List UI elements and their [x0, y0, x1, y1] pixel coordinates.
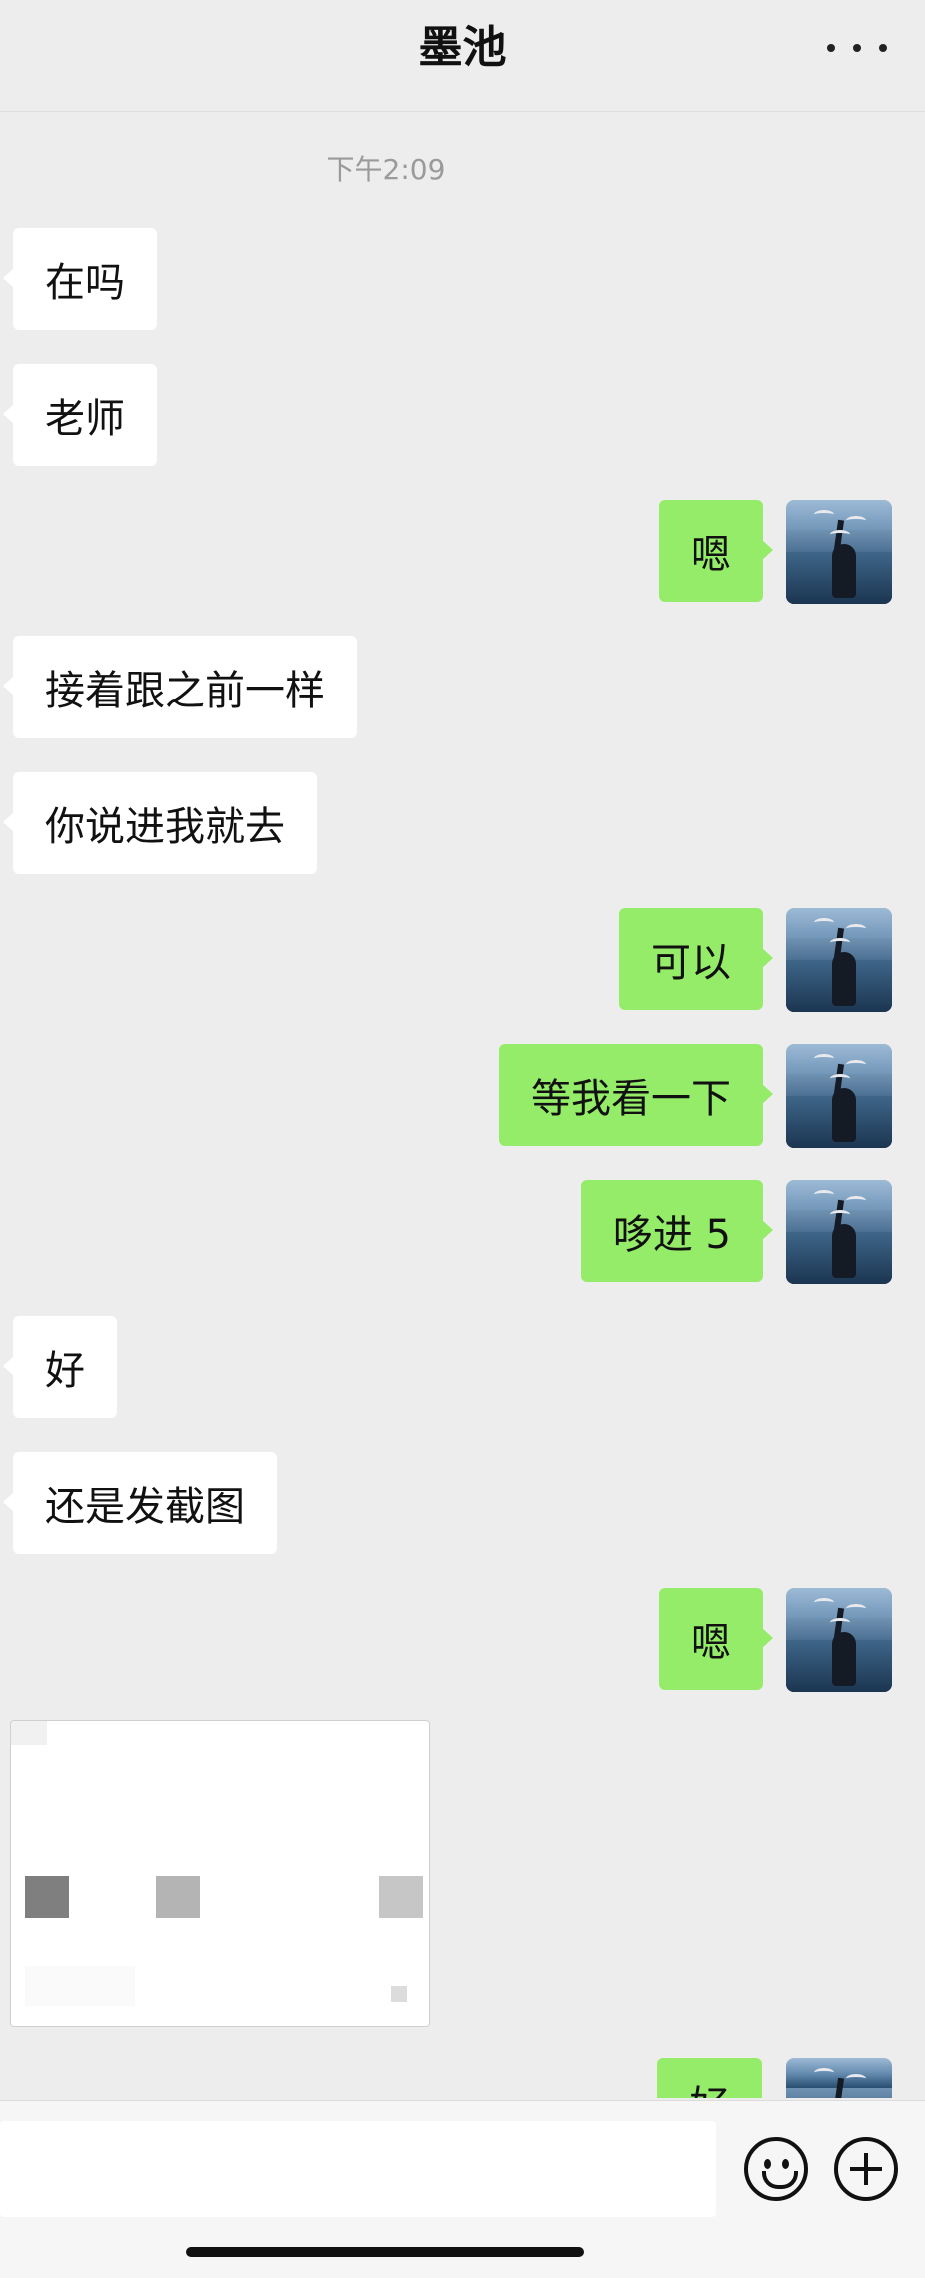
message-timestamp: 下午2:09: [326, 153, 446, 186]
image-content: [156, 1876, 200, 1918]
message-bubble-outgoing[interactable]: 嗯: [659, 1588, 773, 1690]
image-content: [25, 1876, 69, 1918]
user-avatar[interactable]: [786, 500, 892, 604]
chat-title: 墨池: [418, 22, 507, 73]
image-content: [391, 1986, 407, 2002]
user-avatar[interactable]: [786, 1180, 892, 1284]
message-bubble-outgoing[interactable]: 哆进 5: [580, 1180, 774, 1282]
message-bubble-incoming[interactable]: 好: [3, 1316, 117, 1418]
message-bubble-incoming[interactable]: 接着跟之前一样: [3, 636, 357, 738]
more-dots-icon[interactable]: [827, 30, 887, 66]
emoji-face-icon[interactable]: [744, 2137, 808, 2201]
plus-circle-icon[interactable]: [834, 2137, 898, 2201]
user-avatar[interactable]: [786, 1044, 892, 1148]
message-bubble-outgoing[interactable]: 嗯: [659, 500, 773, 602]
message-bubble-incoming[interactable]: 在吗: [3, 228, 157, 330]
user-avatar[interactable]: [786, 908, 892, 1012]
message-input[interactable]: [0, 2121, 716, 2217]
user-avatar[interactable]: [786, 1588, 892, 1692]
image-message[interactable]: [10, 1720, 430, 2027]
home-indicator[interactable]: [186, 2247, 584, 2257]
image-content: [379, 1876, 423, 1918]
message-bubble-incoming[interactable]: 你说进我就去: [3, 772, 317, 874]
user-avatar[interactable]: [786, 2058, 892, 2098]
message-bubble-outgoing[interactable]: 等我看一下: [499, 1044, 773, 1146]
image-content: [25, 1966, 135, 2006]
chat-header: 墨池: [0, 0, 925, 112]
message-bubble-outgoing[interactable]: 可以: [619, 908, 773, 1010]
message-bubble-incoming[interactable]: 还是发截图: [3, 1452, 277, 1554]
message-bubble-incoming[interactable]: 老师: [3, 364, 157, 466]
image-content: [11, 1721, 47, 1745]
input-bar: [0, 2100, 925, 2278]
message-bubble-outgoing[interactable]: 好: [657, 2058, 762, 2098]
